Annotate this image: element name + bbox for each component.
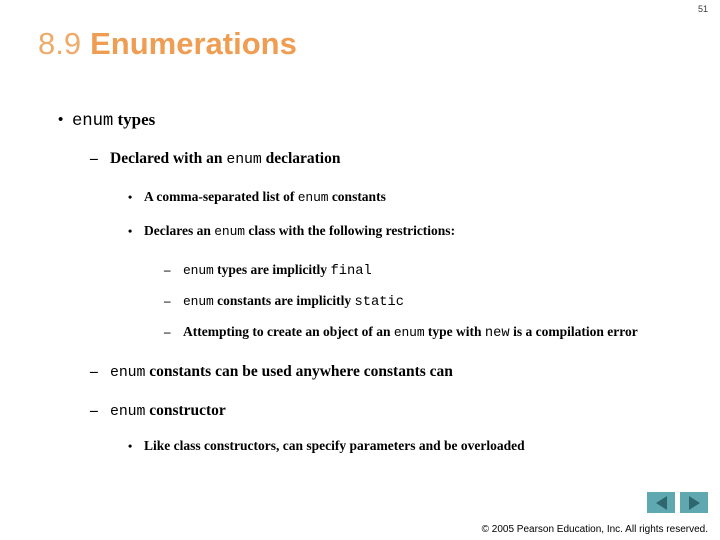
bullet-glyph: – [164,262,171,277]
page-number: 51 [697,4,708,14]
outline-item-implicitly-final: – enum types are implicitly final [164,259,720,282]
bullet-glyph: • [128,190,133,204]
next-slide-button[interactable] [680,492,708,513]
outline-item-constants-anywhere: – enum constants can be used anywhere co… [90,360,720,385]
outline-item-declares-enum-class: • Declares an enum class with the follow… [128,220,720,243]
outline-item-attempting-new: – Attempting to create an object of an e… [164,321,700,344]
outline-item-enum-constructor: – enum constructor [90,399,720,424]
outline-item-text: enum types [72,108,720,134]
triangle-right-icon [688,495,700,510]
slide-title-text: Enumerations [90,26,297,61]
code-enum: enum [226,152,262,168]
outline-item-implicitly-static: – enum constants are implicitly static [164,290,720,313]
text-fragment: constants [328,189,386,204]
code-enum: enum [72,112,114,131]
code-static: static [354,295,405,310]
bullet-glyph: • [58,112,64,128]
code-final: final [330,264,372,279]
code-new: new [484,326,510,341]
slide-title-number: 8.9 [38,26,82,61]
code-enum: enum [214,224,245,239]
outline-item-declared-with: – Declared with an enum declaration [90,147,720,172]
text-fragment: is a compilation error [509,324,638,339]
text-fragment: A comma-separated list of [144,189,298,204]
bullet-glyph: • [128,224,133,238]
bullet-glyph: – [164,293,171,308]
text-fragment: constants are implicitly [213,293,355,308]
outline-item-text: Declares an enum class with the followin… [144,220,720,243]
code-enum: enum [110,365,146,381]
copyright-footer: © 2005 Pearson Education, Inc. All right… [481,524,708,535]
outline-item-text: Declared with an enum declaration [110,147,720,172]
outline-item-text: enum constructor [110,399,720,424]
text-fragment: types [113,110,156,129]
text-fragment: Declared with an [110,150,227,167]
previous-slide-button[interactable] [647,492,675,513]
code-enum: enum [393,325,425,340]
slide-title: 8.9 Enumerations [38,27,297,61]
outline-item-text: enum constants can be used anywhere cons… [110,360,720,385]
bullet-glyph: • [128,439,133,453]
outline-item-like-class-constructors: • Like class constructors, can specify p… [128,435,660,457]
outline-item-text: Attempting to create an object of an enu… [183,321,700,344]
slide-canvas: 51 8.9 Enumerations • enum types – Declar… [0,0,720,540]
slide-outline: • enum types – Declared with an enum dec… [0,108,720,466]
bullet-glyph: – [90,150,98,167]
outline-item-text: Like class constructors, can specify par… [144,438,525,453]
code-enum: enum [110,404,146,420]
triangle-left-icon [655,495,667,510]
text-fragment: Attempting to create an object of an [183,324,394,339]
text-fragment: class with the following restrictions: [244,223,456,238]
outline-item-comma-separated: • A comma-separated list of enum constan… [128,186,720,209]
bullet-glyph: – [90,402,98,419]
slide-navigation [647,492,708,513]
text-fragment: Declares an [144,223,215,238]
code-enum: enum [183,263,214,278]
outline-item-text: enum types are implicitly final [183,259,720,282]
text-fragment: constructor [145,402,226,419]
text-fragment: types are implicitly [213,262,331,277]
code-enum: enum [183,294,214,309]
text-fragment: type with [424,324,485,339]
outline-item-enum-types: • enum types [58,108,720,134]
outline-item-text: enum constants are implicitly static [183,290,720,313]
outline-item-text: A comma-separated list of enum constants [144,186,720,209]
code-enum: enum [297,190,329,205]
bullet-glyph: – [90,363,98,380]
bullet-glyph: – [164,324,171,339]
text-fragment: constants can be used anywhere constants… [145,363,453,380]
text-fragment: declaration [261,150,341,167]
